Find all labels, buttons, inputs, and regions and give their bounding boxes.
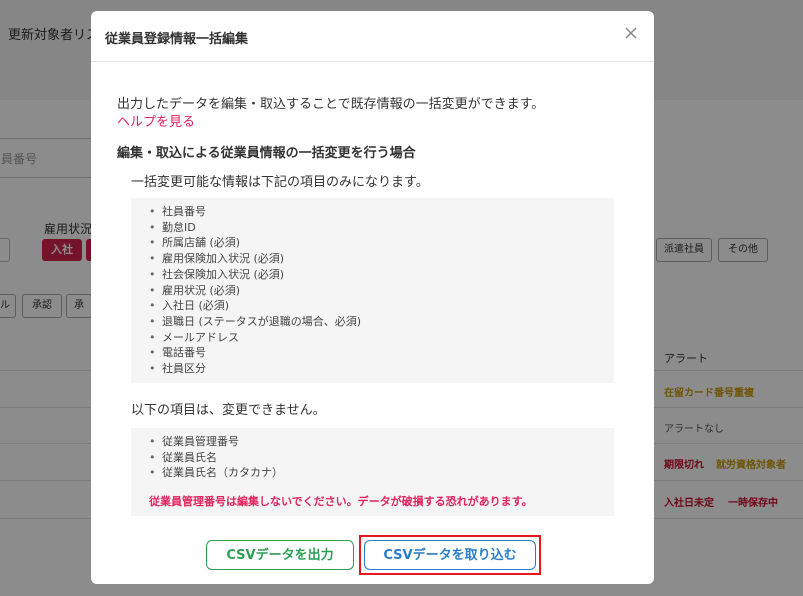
editable-items-list: 社員番号 勤怠ID 所属店舗 (必須) 雇用保険加入状況 (必須) 社会保険加入… (145, 204, 361, 377)
modal-title: 従業員登録情報一括編集 (105, 32, 249, 47)
list-item: 入社日 (必須) (145, 298, 361, 314)
section-title: 編集・取込による従業員情報の一括変更を行う場合 (117, 146, 416, 161)
list-item: 従業員氏名 (145, 450, 283, 466)
list-item: 雇用保険加入状況 (必須) (145, 251, 361, 267)
fixed-items-list: 従業員管理番号 従業員氏名 従業員氏名（カタカナ） (145, 434, 283, 481)
modal-footer: CSVデータを出力 CSVデータを取り込む (91, 532, 654, 584)
import-csv-button[interactable]: CSVデータを取り込む (364, 540, 536, 570)
intro-text: 出力したデータを編集・取込することで既存情報の一括変更ができます。 (117, 97, 545, 112)
section-description: 一括変更可能な情報は下記の項目のみになります。 (131, 175, 429, 190)
close-icon[interactable] (621, 23, 641, 43)
cannot-change-description: 以下の項目は、変更できません。 (131, 403, 326, 418)
bulk-edit-modal: 従業員登録情報一括編集 出力したデータを編集・取込することで既存情報の一括変更が… (91, 11, 654, 584)
list-item: 社会保険加入状況 (必須) (145, 267, 361, 283)
list-item: 従業員管理番号 (145, 434, 283, 450)
warning-text: 従業員管理番号は編集しないでください。データが破損する恐れがあります。 (149, 495, 533, 508)
modal-body: 出力したデータを編集・取込することで既存情報の一括変更ができます。 ヘルプを見る… (91, 62, 654, 532)
list-item: 従業員氏名（カタカナ） (145, 465, 283, 481)
list-item: 所属店舗 (必須) (145, 235, 361, 251)
export-csv-button[interactable]: CSVデータを出力 (206, 540, 354, 570)
list-item: 勤怠ID (145, 220, 361, 236)
list-item: 社員番号 (145, 204, 361, 220)
editable-items-box: 社員番号 勤怠ID 所属店舗 (必須) 雇用保険加入状況 (必須) 社会保険加入… (131, 198, 614, 383)
list-item: メールアドレス (145, 330, 361, 346)
list-item: 雇用状況 (必須) (145, 283, 361, 299)
modal-header: 従業員登録情報一括編集 (91, 11, 654, 62)
list-item: 社員区分 (145, 361, 361, 377)
list-item: 電話番号 (145, 345, 361, 361)
help-link[interactable]: ヘルプを見る (117, 111, 195, 130)
list-item: 退職日 (ステータスが退職の場合、必須) (145, 314, 361, 330)
